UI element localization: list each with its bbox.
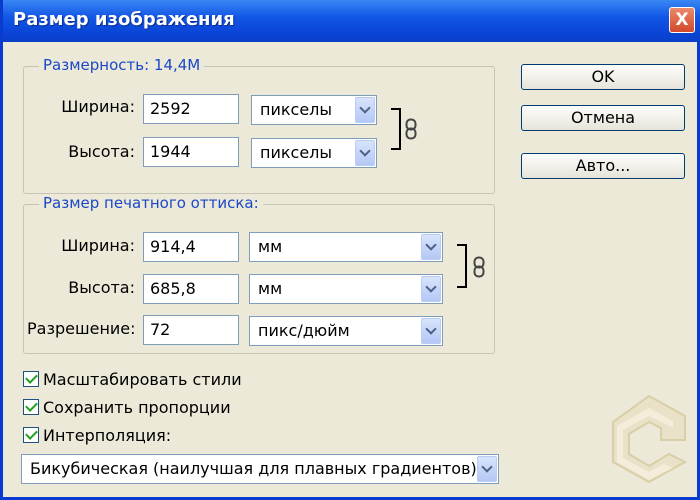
auto-button[interactable]: Авто... [521, 153, 685, 179]
document-link-bracket [457, 244, 467, 288]
chain-link-icon [473, 256, 485, 278]
pixel-width-input[interactable]: 2592 [143, 94, 239, 124]
dropdown-arrow-icon[interactable] [421, 234, 441, 260]
doc-width-input[interactable]: 914,4 [143, 232, 239, 262]
pixel-width-unit-value: пикселы [260, 100, 333, 119]
resolution-input[interactable]: 72 [143, 315, 239, 345]
resolution-label: Разрешение: [27, 319, 136, 338]
pixel-height-label: Высота: [68, 142, 135, 161]
pixel-height-unit-value: пикселы [260, 143, 333, 162]
close-button[interactable]: X [669, 7, 695, 33]
resolution-unit-select[interactable]: пикс/дюйм [249, 316, 443, 346]
doc-height-unit-value: мм [258, 279, 283, 298]
pixel-dimensions-legend: Размерность: 14,4M [39, 56, 205, 74]
watermark-logo [612, 394, 688, 484]
dropdown-arrow-icon[interactable] [421, 276, 441, 302]
document-size-legend: Размер печатного оттиска: [39, 194, 263, 212]
dialog-title: Размер изображения [13, 9, 235, 30]
doc-width-unit-select[interactable]: мм [249, 232, 443, 262]
close-icon: X [675, 10, 689, 30]
doc-height-input[interactable]: 685,8 [143, 274, 239, 304]
constrain-proportions-checkbox[interactable] [23, 399, 39, 415]
resample-label[interactable]: Интерполяция: [43, 426, 171, 445]
pixel-width-unit-select[interactable]: пикселы [251, 95, 377, 125]
dropdown-arrow-icon[interactable] [355, 140, 375, 166]
chain-link-icon [405, 118, 417, 140]
resample-method-value: Бикубическая (наилучшая для плавных град… [30, 459, 477, 478]
resolution-unit-value: пикс/дюйм [258, 321, 350, 340]
scale-styles-checkbox[interactable] [23, 371, 39, 387]
dropdown-arrow-icon[interactable] [477, 456, 497, 482]
dropdown-arrow-icon[interactable] [355, 97, 375, 123]
scale-styles-label[interactable]: Масштабировать стили [43, 370, 242, 389]
dialog-client: Размерность: 14,4M Ширина: 2592 пикселы … [3, 42, 697, 497]
pixel-height-input[interactable]: 1944 [143, 137, 239, 167]
image-size-dialog: Размер изображения X Размерность: 14,4M … [0, 0, 700, 500]
pixel-dimensions-group [23, 66, 495, 194]
doc-height-label: Высота: [68, 278, 135, 297]
pixel-link-bracket [391, 108, 401, 150]
dropdown-arrow-icon[interactable] [421, 318, 441, 344]
doc-height-unit-select[interactable]: мм [249, 274, 443, 304]
doc-width-unit-value: мм [258, 237, 283, 256]
resample-method-select[interactable]: Бикубическая (наилучшая для плавных град… [21, 454, 499, 484]
pixel-width-label: Ширина: [61, 97, 135, 116]
ok-button[interactable]: OK [521, 64, 685, 90]
pixel-height-unit-select[interactable]: пикселы [251, 138, 377, 168]
title-bar[interactable]: Размер изображения X [3, 0, 700, 42]
resample-checkbox[interactable] [23, 427, 39, 443]
doc-width-label: Ширина: [61, 236, 135, 255]
constrain-proportions-label[interactable]: Сохранить пропорции [43, 398, 231, 417]
cancel-button[interactable]: Отмена [521, 105, 685, 131]
